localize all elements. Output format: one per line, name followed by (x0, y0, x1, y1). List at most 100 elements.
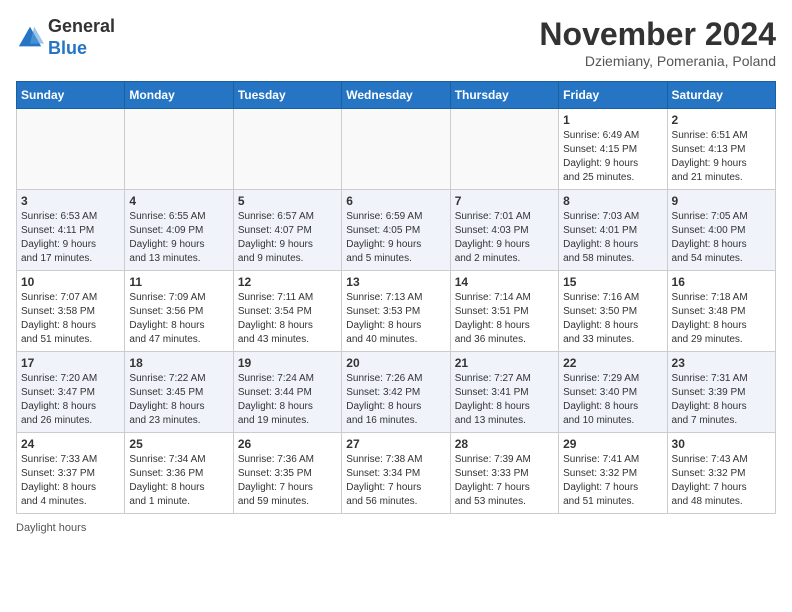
day-number: 15 (563, 275, 662, 289)
day-number: 12 (238, 275, 337, 289)
day-header-saturday: Saturday (667, 82, 775, 109)
calendar-cell: 11 Sunrise: 7:09 AM Sunset: 3:56 PM Dayli… (125, 271, 233, 352)
day-number: 25 (129, 437, 228, 451)
daylight-hours-label: Daylight hours (16, 522, 86, 534)
day-info: Sunrise: 7:39 AM Sunset: 3:33 PM Dayligh… (455, 453, 554, 509)
calendar-cell: 3 Sunrise: 6:53 AM Sunset: 4:11 PM Daylig… (17, 190, 125, 271)
day-number: 14 (455, 275, 554, 289)
day-info: Sunrise: 6:55 AM Sunset: 4:09 PM Dayligh… (129, 210, 228, 266)
day-info: Sunrise: 7:14 AM Sunset: 3:51 PM Dayligh… (455, 291, 554, 347)
calendar-week-1: 1 Sunrise: 6:49 AM Sunset: 4:15 PM Daylig… (17, 109, 776, 190)
day-info: Sunrise: 7:03 AM Sunset: 4:01 PM Dayligh… (563, 210, 662, 266)
logo: General Blue (16, 16, 115, 59)
day-number: 24 (21, 437, 120, 451)
day-number: 8 (563, 194, 662, 208)
calendar-cell: 30 Sunrise: 7:43 AM Sunset: 3:32 PM Dayli… (667, 433, 775, 514)
day-info: Sunrise: 7:41 AM Sunset: 3:32 PM Dayligh… (563, 453, 662, 509)
day-info: Sunrise: 7:22 AM Sunset: 3:45 PM Dayligh… (129, 372, 228, 428)
calendar-cell: 2 Sunrise: 6:51 AM Sunset: 4:13 PM Daylig… (667, 109, 775, 190)
calendar-cell: 28 Sunrise: 7:39 AM Sunset: 3:33 PM Dayli… (450, 433, 558, 514)
calendar-cell (233, 109, 341, 190)
day-number: 2 (672, 113, 771, 127)
logo-blue-text: Blue (48, 38, 87, 58)
calendar-cell: 26 Sunrise: 7:36 AM Sunset: 3:35 PM Dayli… (233, 433, 341, 514)
calendar-cell: 8 Sunrise: 7:03 AM Sunset: 4:01 PM Daylig… (559, 190, 667, 271)
day-info: Sunrise: 6:49 AM Sunset: 4:15 PM Dayligh… (563, 129, 662, 185)
calendar-cell: 22Sunrise: 7:29 AM Sunset: 3:40 PM Dayli… (559, 352, 667, 433)
day-info: Sunrise: 7:26 AM Sunset: 3:42 PM Dayligh… (346, 372, 445, 428)
page-header: General Blue November 2024 Dziemiany, Po… (16, 16, 776, 69)
day-number: 6 (346, 194, 445, 208)
calendar-cell: 4 Sunrise: 6:55 AM Sunset: 4:09 PM Daylig… (125, 190, 233, 271)
calendar-cell: 17Sunrise: 7:20 AM Sunset: 3:47 PM Dayli… (17, 352, 125, 433)
title-block: November 2024 Dziemiany, Pomerania, Pola… (539, 16, 776, 69)
day-number: 30 (672, 437, 771, 451)
calendar-cell: 1 Sunrise: 6:49 AM Sunset: 4:15 PM Daylig… (559, 109, 667, 190)
logo-general-text: General (48, 16, 115, 36)
calendar-cell: 14 Sunrise: 7:14 AM Sunset: 3:51 PM Dayli… (450, 271, 558, 352)
day-info: Sunrise: 7:18 AM Sunset: 3:48 PM Dayligh… (672, 291, 771, 347)
logo-icon (16, 24, 44, 52)
day-info: Sunrise: 7:07 AM Sunset: 3:58 PM Dayligh… (21, 291, 120, 347)
day-number: 21 (455, 356, 554, 370)
calendar-week-2: 3 Sunrise: 6:53 AM Sunset: 4:11 PM Daylig… (17, 190, 776, 271)
day-info: Sunrise: 7:38 AM Sunset: 3:34 PM Dayligh… (346, 453, 445, 509)
day-info: Sunrise: 7:27 AM Sunset: 3:41 PM Dayligh… (455, 372, 554, 428)
calendar-cell: 6 Sunrise: 6:59 AM Sunset: 4:05 PM Daylig… (342, 190, 450, 271)
calendar-header-row: SundayMondayTuesdayWednesdayThursdayFrid… (17, 82, 776, 109)
day-number: 28 (455, 437, 554, 451)
day-header-friday: Friday (559, 82, 667, 109)
calendar-cell (450, 109, 558, 190)
day-number: 13 (346, 275, 445, 289)
calendar-cell: 19Sunrise: 7:24 AM Sunset: 3:44 PM Dayli… (233, 352, 341, 433)
calendar-week-4: 17Sunrise: 7:20 AM Sunset: 3:47 PM Dayli… (17, 352, 776, 433)
calendar-cell: 13 Sunrise: 7:13 AM Sunset: 3:53 PM Dayli… (342, 271, 450, 352)
day-info: Sunrise: 6:53 AM Sunset: 4:11 PM Dayligh… (21, 210, 120, 266)
day-number: 26 (238, 437, 337, 451)
day-info: Sunrise: 7:16 AM Sunset: 3:50 PM Dayligh… (563, 291, 662, 347)
day-info: Sunrise: 6:57 AM Sunset: 4:07 PM Dayligh… (238, 210, 337, 266)
calendar-cell: 20 Sunrise: 7:26 AM Sunset: 3:42 PM Dayli… (342, 352, 450, 433)
day-header-tuesday: Tuesday (233, 82, 341, 109)
day-number: 3 (21, 194, 120, 208)
calendar-week-3: 10 Sunrise: 7:07 AM Sunset: 3:58 PM Dayli… (17, 271, 776, 352)
day-info: Sunrise: 7:05 AM Sunset: 4:00 PM Dayligh… (672, 210, 771, 266)
day-info: Sunrise: 6:59 AM Sunset: 4:05 PM Dayligh… (346, 210, 445, 266)
day-info: Sunrise: 7:13 AM Sunset: 3:53 PM Dayligh… (346, 291, 445, 347)
calendar-cell: 12Sunrise: 7:11 AM Sunset: 3:54 PM Dayli… (233, 271, 341, 352)
calendar-cell: 21 Sunrise: 7:27 AM Sunset: 3:41 PM Dayli… (450, 352, 558, 433)
day-number: 4 (129, 194, 228, 208)
day-number: 27 (346, 437, 445, 451)
day-info: Sunrise: 6:51 AM Sunset: 4:13 PM Dayligh… (672, 129, 771, 185)
calendar-cell: 7Sunrise: 7:01 AM Sunset: 4:03 PM Daylig… (450, 190, 558, 271)
calendar-cell: 24Sunrise: 7:33 AM Sunset: 3:37 PM Dayli… (17, 433, 125, 514)
day-info: Sunrise: 7:34 AM Sunset: 3:36 PM Dayligh… (129, 453, 228, 509)
day-number: 5 (238, 194, 337, 208)
calendar-cell: 15 Sunrise: 7:16 AM Sunset: 3:50 PM Dayli… (559, 271, 667, 352)
day-header-sunday: Sunday (17, 82, 125, 109)
day-info: Sunrise: 7:43 AM Sunset: 3:32 PM Dayligh… (672, 453, 771, 509)
calendar-week-5: 24Sunrise: 7:33 AM Sunset: 3:37 PM Dayli… (17, 433, 776, 514)
day-number: 20 (346, 356, 445, 370)
calendar-cell: 29 Sunrise: 7:41 AM Sunset: 3:32 PM Dayli… (559, 433, 667, 514)
day-header-thursday: Thursday (450, 82, 558, 109)
day-number: 11 (129, 275, 228, 289)
day-number: 1 (563, 113, 662, 127)
day-info: Sunrise: 7:09 AM Sunset: 3:56 PM Dayligh… (129, 291, 228, 347)
day-number: 19 (238, 356, 337, 370)
day-info: Sunrise: 7:31 AM Sunset: 3:39 PM Dayligh… (672, 372, 771, 428)
day-number: 29 (563, 437, 662, 451)
day-number: 10 (21, 275, 120, 289)
day-number: 18 (129, 356, 228, 370)
day-info: Sunrise: 7:20 AM Sunset: 3:47 PM Dayligh… (21, 372, 120, 428)
calendar-cell: 25 Sunrise: 7:34 AM Sunset: 3:36 PM Dayli… (125, 433, 233, 514)
calendar-cell: 23Sunrise: 7:31 AM Sunset: 3:39 PM Dayli… (667, 352, 775, 433)
calendar-cell: 5 Sunrise: 6:57 AM Sunset: 4:07 PM Daylig… (233, 190, 341, 271)
day-info: Sunrise: 7:36 AM Sunset: 3:35 PM Dayligh… (238, 453, 337, 509)
day-header-wednesday: Wednesday (342, 82, 450, 109)
calendar-cell: 27 Sunrise: 7:38 AM Sunset: 3:34 PM Dayli… (342, 433, 450, 514)
day-number: 22 (563, 356, 662, 370)
calendar-cell: 9Sunrise: 7:05 AM Sunset: 4:00 PM Daylig… (667, 190, 775, 271)
calendar-cell: 16Sunrise: 7:18 AM Sunset: 3:48 PM Dayli… (667, 271, 775, 352)
calendar-cell: 18 Sunrise: 7:22 AM Sunset: 3:45 PM Dayli… (125, 352, 233, 433)
